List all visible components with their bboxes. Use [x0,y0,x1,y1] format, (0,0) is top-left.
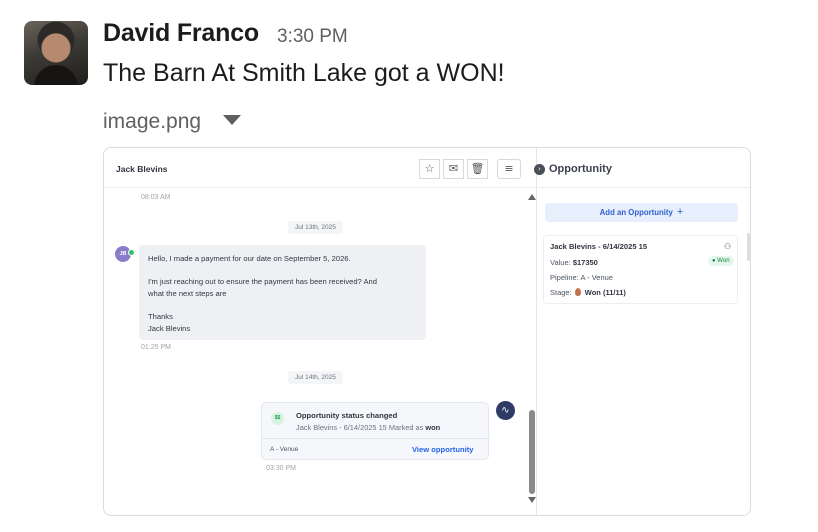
opportunity-value: Value: $17350 [550,258,598,267]
opportunity-pipeline: Pipeline: A - Venue [550,273,613,282]
date-divider: Jul 14th, 2025 [288,371,343,384]
message-line: Jack Blevins [148,324,191,333]
message-text: The Barn At Smith Lake got a WON! [103,59,505,87]
opportunity-panel-title: Opportunity [549,163,612,175]
add-opportunity-button: Add an Opportunity + [545,203,738,222]
inbound-message-bubble: Hello, I made a payment for our date on … [139,245,426,340]
envelope-open-icon: ✉ [443,159,464,179]
date-divider: Jul 13th, 2025 [288,221,343,234]
stage-icon [574,288,581,296]
message-timestamp[interactable]: 3:30 PM [277,26,348,48]
conversation-header: Jack Blevins ☆ ✉ 🗑 ≡ [104,148,537,188]
opportunity-status-card: $$ Opportunity status changed Jack Blevi… [261,402,490,460]
panel-scrollbar [747,233,750,261]
scroll-down-arrow-icon [528,497,536,503]
trash-icon: 🗑 [467,159,488,179]
dollar-icon: $$ [271,412,284,425]
status-card-title: Opportunity status changed [296,411,398,420]
chevron-right-icon: › [534,164,545,175]
attachment-image[interactable]: Jack Blevins ☆ ✉ 🗑 ≡ 08:03 AM Jul 13th, … [103,147,751,516]
view-opportunity-link: View opportunity [412,445,474,454]
scroll-up-arrow-icon [528,194,536,200]
divider [262,438,490,439]
conversation-pane: Jack Blevins ☆ ✉ 🗑 ≡ 08:03 AM Jul 13th, … [104,148,537,515]
caret-down-icon[interactable] [223,115,241,125]
plus-icon: + [676,206,684,218]
message-time: 01:25 PM [141,344,171,351]
star-icon: ☆ [419,159,440,179]
status-value: won [425,423,441,432]
opportunity-name: Jack Blevins - 6/14/2025 15 [550,242,648,251]
filter-icon: ≡ [497,159,521,179]
status-badge: ● Won [708,256,734,266]
scrollbar-thumb [529,410,535,494]
opportunity-stage: Stage: Won (11/11) [550,288,626,297]
message-line: I'm just reaching out to ensure the paym… [148,277,377,286]
activity-icon: ∿ [496,401,515,420]
divider [537,187,750,188]
author-name[interactable]: David Franco [103,19,259,48]
contact-name: Jack Blevins [116,164,168,174]
avatar-figure [34,65,78,85]
opportunity-card: Jack Blevins - 6/14/2025 15 ⚇ Value: $17… [543,235,738,304]
assign-user-icon: ⚇ [724,242,732,251]
attachment-name[interactable]: image.png [103,110,201,134]
message-line: what the next steps are [148,289,227,298]
status-card-subtitle: Jack Blevins - 6/14/2025 15 Marked as wo… [296,423,441,432]
status-card-pipeline: A - Venue [270,446,299,453]
message-time: 08:03 AM [141,194,171,201]
message-time: 03:30 PM [266,465,296,472]
online-indicator [128,249,135,256]
message-line: Thanks [148,312,173,321]
author-avatar[interactable] [24,21,88,85]
message-line: Hello, I made a payment for our date on … [148,254,351,263]
